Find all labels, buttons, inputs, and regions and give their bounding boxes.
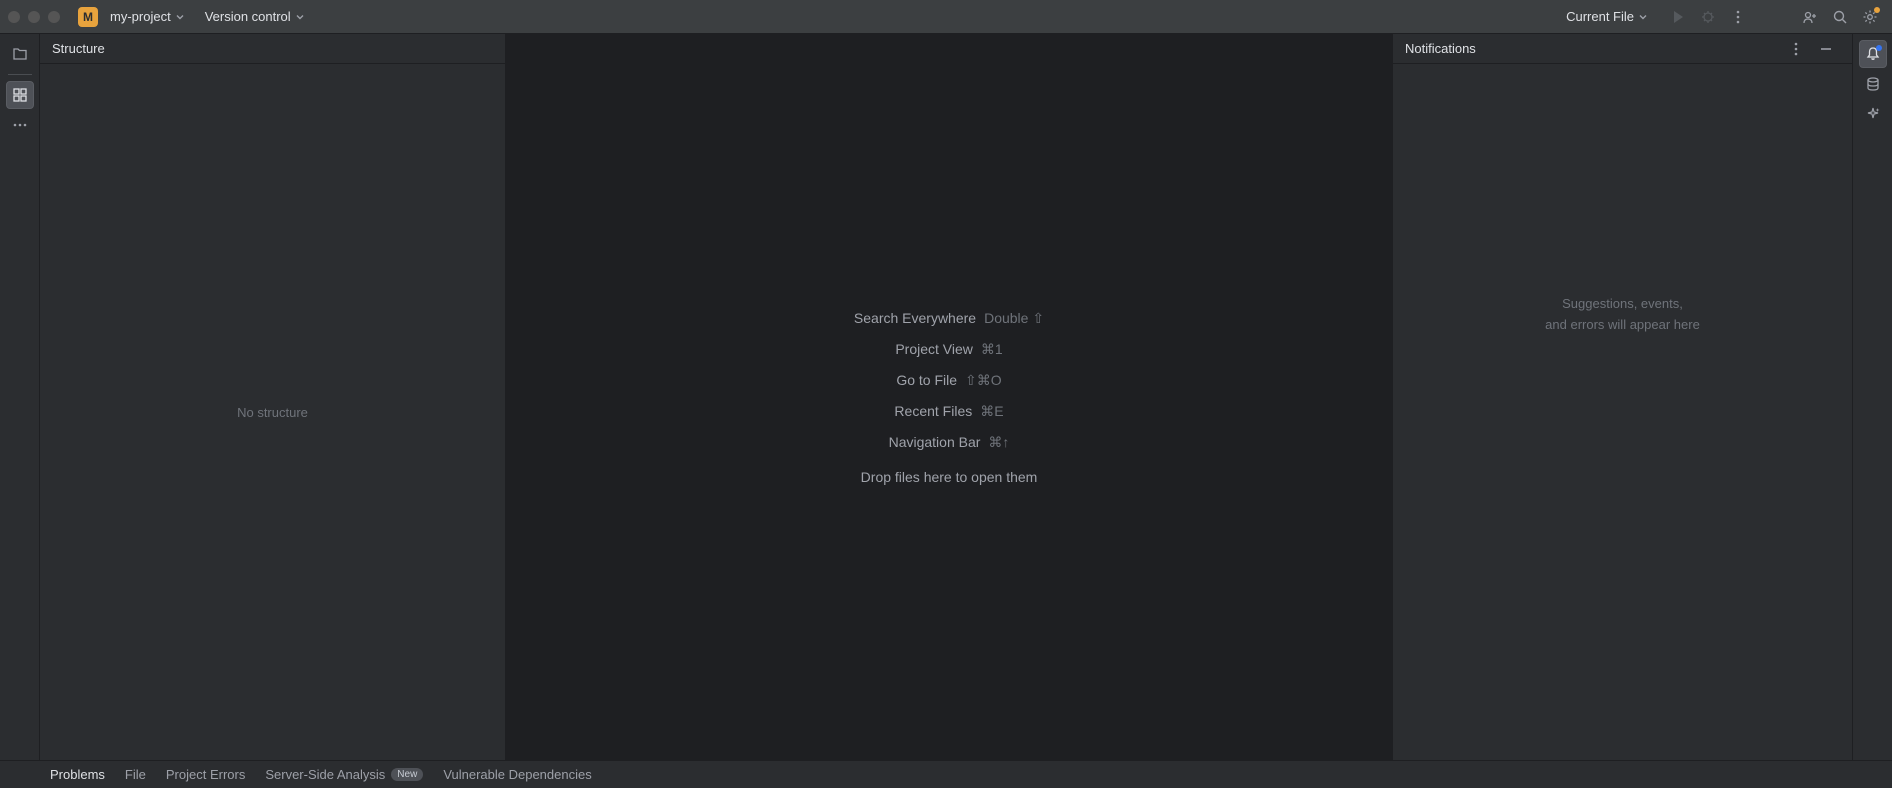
action-shortcut: ⇧⌘O [965, 372, 1002, 389]
drop-files-hint: Drop files here to open them [861, 469, 1038, 485]
notifications-content: Suggestions, events, and errors will app… [1393, 64, 1852, 760]
code-with-me-button[interactable] [1796, 3, 1824, 31]
project-selector[interactable]: my-project [104, 5, 191, 28]
notifications-title: Notifications [1405, 41, 1782, 56]
notifications-panel: Notifications Suggestions, events, and e… [1392, 34, 1852, 760]
settings-button[interactable] [1856, 3, 1884, 31]
zoom-window-icon[interactable] [48, 11, 60, 23]
window-controls [8, 11, 60, 23]
tab-label: Server-Side Analysis [265, 767, 385, 782]
structure-panel: Structure No structure [40, 34, 506, 760]
notifications-empty-line1: Suggestions, events, [1562, 294, 1683, 315]
action-label: Recent Files [894, 403, 972, 419]
chevron-down-icon [175, 12, 185, 22]
tab-server-side-analysis[interactable]: Server-Side Analysis New [265, 767, 423, 782]
action-label: Search Everywhere [854, 310, 976, 326]
action-shortcut: ⌘↑ [988, 434, 1009, 451]
chevron-down-icon [295, 12, 305, 22]
new-badge: New [391, 768, 423, 781]
notifications-empty-line2: and errors will appear here [1545, 315, 1700, 336]
editor-area[interactable]: Search Everywhere Double ⇧ Project View … [506, 34, 1392, 760]
structure-panel-content: No structure [40, 64, 505, 760]
minimize-window-icon[interactable] [28, 11, 40, 23]
more-tools-button[interactable] [6, 111, 34, 139]
action-shortcut: ⌘E [980, 403, 1003, 420]
more-actions-button[interactable] [1724, 3, 1752, 31]
action-navigation-bar[interactable]: Navigation Bar ⌘↑ [889, 434, 1010, 451]
action-recent-files[interactable]: Recent Files ⌘E [894, 403, 1003, 420]
action-shortcut: ⌘1 [981, 341, 1003, 358]
run-config-selector[interactable]: Current File [1560, 5, 1654, 28]
action-go-to-file[interactable]: Go to File ⇧⌘O [896, 372, 1001, 389]
action-project-view[interactable]: Project View ⌘1 [895, 341, 1002, 358]
tab-problems[interactable]: Problems [50, 767, 105, 782]
structure-panel-title: Structure [52, 41, 105, 56]
structure-tool-button[interactable] [6, 81, 34, 109]
chevron-down-icon [1638, 12, 1648, 22]
action-label: Go to File [896, 372, 957, 388]
version-control-menu[interactable]: Version control [199, 5, 311, 28]
project-name: my-project [110, 9, 171, 24]
notifications-tool-button[interactable] [1859, 40, 1887, 68]
action-label: Project View [895, 341, 973, 357]
close-window-icon[interactable] [8, 11, 20, 23]
project-tool-button[interactable] [6, 40, 34, 68]
title-bar-right: Current File [1560, 3, 1884, 31]
version-control-label: Version control [205, 9, 291, 24]
run-config-label: Current File [1566, 9, 1634, 24]
database-tool-button[interactable] [1859, 70, 1887, 98]
bottom-bar: Problems File Project Errors Server-Side… [0, 760, 1892, 788]
notifications-options-button[interactable] [1782, 35, 1810, 63]
ai-assistant-tool-button[interactable] [1859, 100, 1887, 128]
tab-project-errors[interactable]: Project Errors [166, 767, 245, 782]
notifications-header: Notifications [1393, 34, 1852, 64]
action-search-everywhere[interactable]: Search Everywhere Double ⇧ [854, 310, 1044, 327]
run-button[interactable] [1664, 3, 1692, 31]
action-shortcut: Double ⇧ [984, 310, 1044, 327]
tab-vulnerable-dependencies[interactable]: Vulnerable Dependencies [443, 767, 591, 782]
tab-file[interactable]: File [125, 767, 146, 782]
left-tool-stripe [0, 34, 40, 760]
notifications-hide-button[interactable] [1812, 35, 1840, 63]
project-badge-icon: M [78, 7, 98, 27]
structure-empty-text: No structure [237, 405, 308, 420]
divider [8, 74, 32, 75]
right-tool-stripe [1852, 34, 1892, 760]
title-bar: M my-project Version control Current Fil… [0, 0, 1892, 34]
structure-panel-header: Structure [40, 34, 505, 64]
debug-button[interactable] [1694, 3, 1722, 31]
search-everywhere-button[interactable] [1826, 3, 1854, 31]
action-label: Navigation Bar [889, 434, 981, 450]
